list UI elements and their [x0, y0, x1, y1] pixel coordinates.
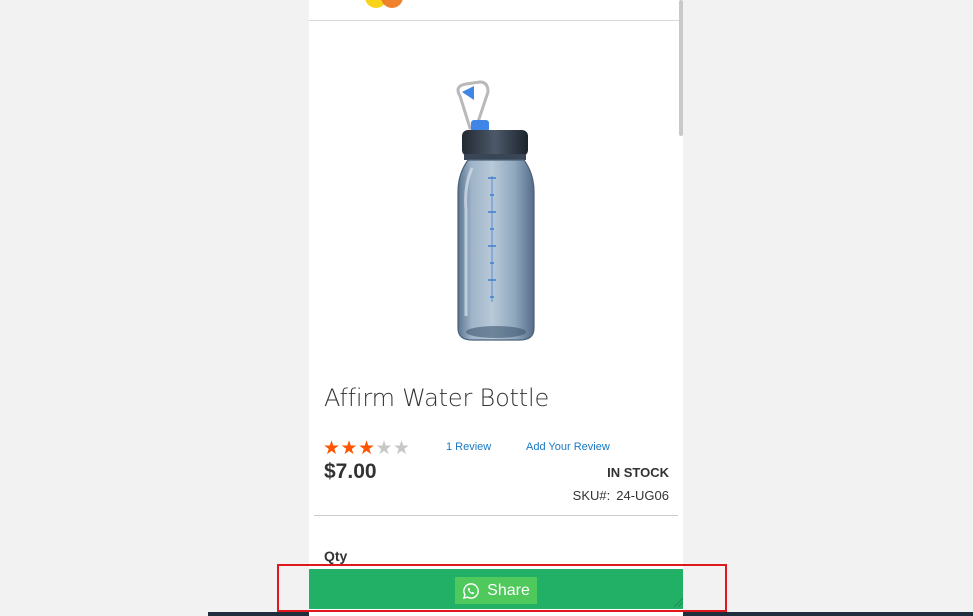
logo-circle-orange	[381, 0, 403, 8]
product-sku: SKU#: 24-UG06	[573, 488, 669, 503]
qty-label: Qty	[324, 548, 348, 564]
sku-label: SKU#:	[572, 488, 611, 503]
product-price: $7.00	[324, 460, 377, 483]
product-image[interactable]	[414, 70, 574, 360]
star-filled-icon: ★	[323, 438, 341, 459]
star-empty-icon: ★	[375, 438, 393, 459]
bottle-base	[466, 326, 526, 338]
store-logo[interactable]	[365, 0, 415, 8]
whatsapp-share-button[interactable]: Share	[455, 577, 537, 604]
reviews-link[interactable]: 1 Review	[446, 441, 491, 453]
whatsapp-icon	[463, 582, 480, 599]
header-divider	[309, 20, 683, 21]
scrollbar-thumb[interactable]	[679, 0, 683, 136]
star-empty-icon: ★	[393, 438, 411, 459]
clip-blue-left	[462, 86, 474, 100]
share-button-label: Share	[487, 581, 530, 599]
star-rating: ★ ★ ★ ★ ★	[323, 439, 411, 459]
star-filled-icon: ★	[358, 438, 376, 459]
resize-grip-icon[interactable]	[673, 597, 683, 607]
add-review-link[interactable]: Add Your Review	[526, 441, 610, 453]
bottle-cap-rim	[464, 154, 526, 160]
info-divider	[314, 515, 678, 516]
stock-status: IN STOCK	[607, 465, 669, 480]
bottle-body	[457, 159, 535, 341]
bottle-cap	[462, 130, 528, 156]
product-page: Affirm Water Bottle ★ ★ ★ ★ ★ 1 Review Add Y…	[309, 0, 683, 616]
sku-value: 24-UG06	[616, 488, 669, 503]
star-filled-icon: ★	[340, 438, 358, 459]
product-title: Affirm Water Bottle	[324, 384, 550, 412]
